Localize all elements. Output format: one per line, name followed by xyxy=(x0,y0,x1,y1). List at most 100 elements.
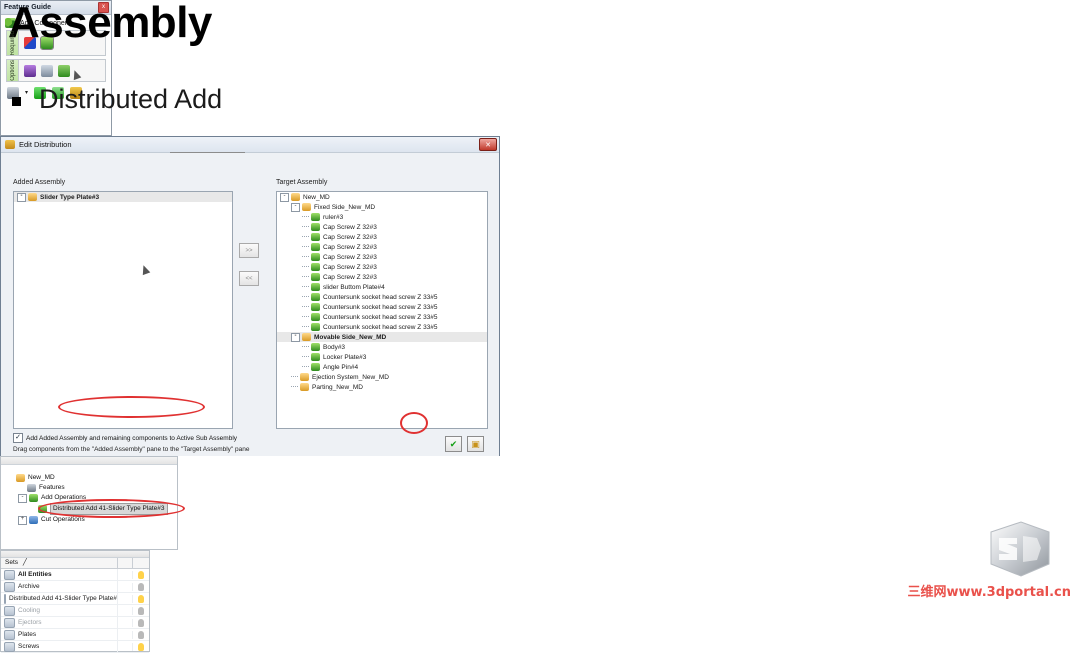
required-label-text: Required xyxy=(9,31,16,56)
operations-tree-row[interactable]: + Cut Operations xyxy=(7,515,174,525)
add-operations-icon xyxy=(29,494,38,502)
tree-row[interactable]: Countersunk socket head screw Z 33#5 xyxy=(277,312,487,322)
sets-row-spacer xyxy=(117,617,132,628)
operations-tree-row[interactable]: Distributed Add 41-Slider Type Plate#3 xyxy=(7,503,174,515)
visibility-toggle[interactable] xyxy=(132,618,149,627)
tree-row[interactable]: Ejection System_New_MD xyxy=(277,372,487,382)
dialog-close-button[interactable]: ✕ xyxy=(479,138,497,151)
ucs-icon[interactable] xyxy=(24,64,36,77)
target-assembly-tree[interactable]: - New_MD - Fixed Side_New_MD ruler#3 Cap Scre… xyxy=(276,191,488,429)
tree-expander-icon[interactable]: - xyxy=(280,192,289,202)
tree-row[interactable]: Countersunk socket head screw Z 33#5 xyxy=(277,322,487,332)
operations-tree-label: Add Operations xyxy=(41,494,87,501)
tree-row[interactable]: Locker Plate#3 xyxy=(277,352,487,362)
tree-expander-icon[interactable]: - xyxy=(17,192,26,202)
sets-row-name: All Entities xyxy=(1,569,117,580)
dialog-body: Added Assembly Target Assembly - Slider T… xyxy=(1,153,499,456)
tree-row[interactable]: Cap Screw Z 32#3 xyxy=(277,242,487,252)
cancel-button[interactable]: ▣ xyxy=(467,436,484,452)
sets-row[interactable]: Plates xyxy=(1,629,149,641)
visibility-toggle[interactable] xyxy=(132,570,149,579)
tree-row[interactable]: - New_MD xyxy=(277,192,487,202)
tree-expander-icon[interactable]: + xyxy=(18,515,27,525)
added-assembly-tree[interactable]: - Slider Type Plate#3 xyxy=(13,191,233,429)
tree-row[interactable]: Cap Screw Z 32#3 xyxy=(277,272,487,282)
operations-tree-label: New_MD xyxy=(28,474,55,481)
tree-row[interactable]: - Movable Side_New_MD xyxy=(277,332,487,342)
operations-tree-row[interactable]: New_MD xyxy=(7,473,174,483)
visibility-toggle[interactable] xyxy=(132,606,149,615)
tree-row[interactable]: Countersunk socket head screw Z 33#5 xyxy=(277,302,487,312)
options-group-label: Options xyxy=(7,60,19,82)
tree-item-label: Angle Pin#4 xyxy=(323,363,359,371)
sets-row[interactable]: Cooling xyxy=(1,605,149,617)
tree-row[interactable]: Angle Pin#4 xyxy=(277,362,487,372)
transfer-forward-button[interactable]: >> xyxy=(239,243,259,258)
operations-tree-list[interactable]: New_MD Features - Add Operations Distributed… xyxy=(1,465,177,525)
set-icon xyxy=(4,617,15,628)
sets-panel: Sets ╱ All Entities Archive Distributed Ad… xyxy=(0,550,150,653)
assembly-icon xyxy=(28,193,37,201)
sets-row[interactable]: All Entities xyxy=(1,569,149,581)
tree-item-label: Slider Type Plate#3 xyxy=(40,193,100,201)
tree-row[interactable]: Body#3 xyxy=(277,342,487,352)
part-icon xyxy=(311,323,320,331)
part-icon xyxy=(311,253,320,261)
sets-row[interactable]: Ejectors xyxy=(1,617,149,629)
part-icon xyxy=(311,223,320,231)
assembly-icon xyxy=(300,383,309,391)
sort-arrow-icon[interactable]: ╱ xyxy=(23,559,27,566)
operations-tree-row[interactable]: - Add Operations xyxy=(7,493,174,503)
sets-header-label: Sets ╱ xyxy=(1,558,117,568)
sets-column-header[interactable]: Sets ╱ xyxy=(1,558,149,569)
tree-item-label: Locker Plate#3 xyxy=(323,353,367,361)
sets-row-label: All Entities xyxy=(18,571,52,578)
dimension-icon[interactable] xyxy=(41,64,53,77)
tree-item-label: Cap Screw Z 32#3 xyxy=(323,243,377,251)
tree-row[interactable]: - Fixed Side_New_MD xyxy=(277,202,487,212)
tree-row[interactable]: ruler#3 xyxy=(277,212,487,222)
sets-row[interactable]: Screws xyxy=(1,641,149,653)
transfer-back-button[interactable]: << xyxy=(239,271,259,286)
sets-row-spacer xyxy=(117,605,132,616)
tree-row[interactable]: Parting_New_MD xyxy=(277,382,487,392)
tree-item-label: Movable Side_New_MD xyxy=(314,333,387,341)
copy-component-icon[interactable] xyxy=(58,64,70,77)
sets-row-list[interactable]: All Entities Archive Distributed Add 41-Sl… xyxy=(1,569,149,653)
page-title: Assembly xyxy=(8,0,212,47)
assembly-icon xyxy=(302,203,311,211)
tree-expander-icon[interactable]: - xyxy=(291,202,300,212)
tree-item-label: Countersunk socket head screw Z 33#5 xyxy=(323,323,438,331)
checkbox-icon[interactable]: ✓ xyxy=(13,433,23,443)
part-icon xyxy=(311,363,320,371)
tree-expander-icon[interactable]: - xyxy=(18,493,27,503)
sets-row-spacer xyxy=(117,581,132,592)
tree-row[interactable]: slider Buttom Plate#4 xyxy=(277,282,487,292)
add-to-active-subassembly-checkbox-row[interactable]: ✓ Add Added Assembly and remaining compo… xyxy=(13,433,237,443)
sets-row[interactable]: Archive xyxy=(1,581,149,593)
assembly-icon xyxy=(302,333,311,341)
tree-expander-icon[interactable]: - xyxy=(291,332,300,342)
operations-tree-row[interactable]: Features xyxy=(7,483,174,493)
set-icon xyxy=(4,641,15,652)
visibility-toggle[interactable] xyxy=(132,594,149,603)
sets-row-label: Screws xyxy=(18,643,40,650)
tree-row[interactable]: Cap Screw Z 32#3 xyxy=(277,232,487,242)
lightbulb-icon xyxy=(138,594,144,603)
sets-row[interactable]: Distributed Add 41-Slider Type Plate#3 xyxy=(1,593,149,605)
tree-row[interactable]: - Slider Type Plate#3 xyxy=(14,192,232,202)
tree-row[interactable]: Cap Screw Z 32#3 xyxy=(277,222,487,232)
tree-row[interactable]: Cap Screw Z 32#3 xyxy=(277,252,487,262)
visibility-toggle[interactable] xyxy=(132,630,149,639)
ok-button[interactable]: ✔ xyxy=(445,436,462,452)
tree-connector-line xyxy=(302,256,309,258)
dialog-app-icon xyxy=(5,140,15,149)
tree-row[interactable]: Cap Screw Z 32#3 xyxy=(277,262,487,272)
sets-row-label: Distributed Add 41-Slider Type Plate#3 xyxy=(9,595,117,602)
tree-connector-line xyxy=(302,296,309,298)
visibility-toggle[interactable] xyxy=(132,642,149,651)
part-icon xyxy=(311,243,320,251)
visibility-toggle[interactable] xyxy=(132,582,149,591)
sets-row-spacer xyxy=(117,629,132,640)
tree-row[interactable]: Countersunk socket head screw Z 33#5 xyxy=(277,292,487,302)
